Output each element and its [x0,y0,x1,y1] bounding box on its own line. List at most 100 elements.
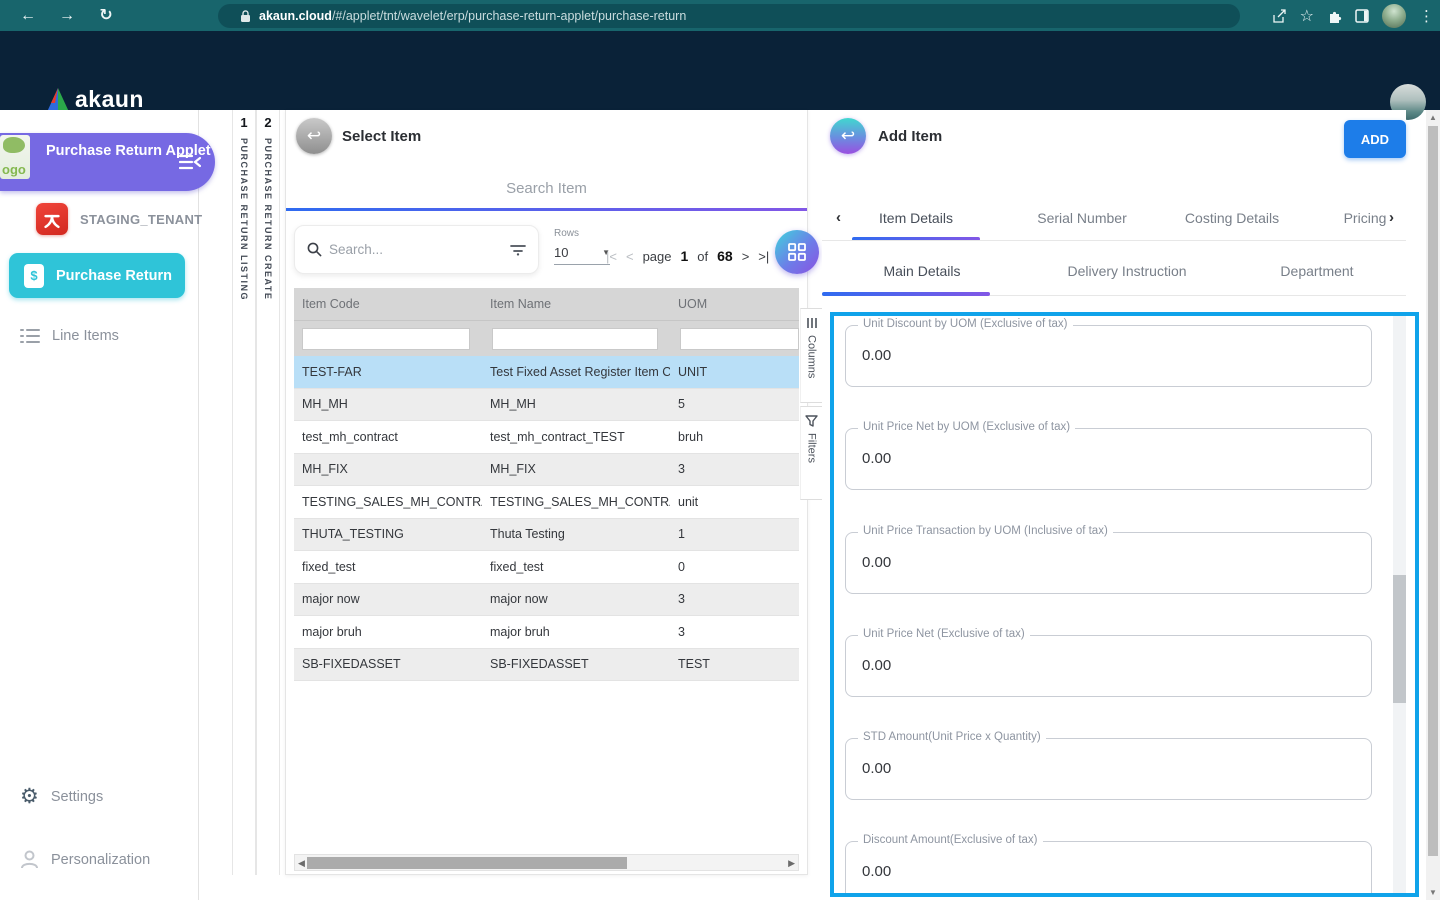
rows-label: Rows [554,228,580,239]
browser-profile-avatar[interactable] [1382,4,1406,28]
browser-menu-dots-icon[interactable]: ⋮ [1419,7,1434,25]
field-unit-price-net-exclusive-of-tax[interactable]: Unit Price Net (Exclusive of tax) 0.00 [845,628,1372,697]
workflow-tab-label: PURCHASE RETURN LISTING [239,138,249,302]
filter-input-item-name[interactable] [492,327,658,350]
cell-code: TESTING_SALES_MH_CONTRACT [302,494,482,509]
back-button[interactable]: ↩ [296,118,332,154]
add-button[interactable]: ADD [1344,120,1406,158]
table-row[interactable]: major bruh major bruh 3 [294,616,799,649]
table-row[interactable]: major now major now 3 [294,583,799,616]
tabs-scroll-right-icon[interactable]: › [1389,209,1394,226]
sidebar-item-line-items[interactable]: Line Items [20,328,119,344]
table-row[interactable]: SB-FIXEDASSET SB-FIXEDASSET TEST [294,648,799,681]
search-icon [307,242,322,257]
workflow-tab-purchase-return-listing[interactable]: 1 PURCHASE RETURN LISTING [232,110,256,875]
panel-scrollbar[interactable] [1393,316,1406,893]
panel-scroll-thumb[interactable] [1393,575,1406,703]
subtab-main-details[interactable]: Main Details [852,263,992,279]
extensions-puzzle-icon[interactable] [1327,9,1342,24]
purchase-return-label: Purchase Return [56,267,173,284]
subtab-delivery-instruction[interactable]: Delivery Instruction [1042,263,1212,279]
address-bar[interactable]: akaun.cloud/#/applet/tnt/wavelet/erp/pur… [218,4,1240,28]
cell-code: MH_FIX [302,462,348,477]
last-page-button[interactable]: >| [758,249,769,264]
applet-banner[interactable]: ogo Purchase Return Applet [0,133,215,191]
field-unit-discount-by-uom-exclusive-of-tax[interactable]: Unit Discount by UOM (Exclusive of tax) 0… [845,318,1372,387]
table-row[interactable]: MH_FIX MH_FIX 3 [294,453,799,486]
field-discount-amount-exclusive-of-tax[interactable]: Discount Amount(Exclusive of tax) 0.00 [845,834,1372,893]
filter-input-uom[interactable] [680,327,799,350]
sidebar-item-tenant[interactable]: STAGING_TENANT [36,203,202,235]
cell-code: MH_MH [302,397,348,412]
browser-back-icon[interactable]: ← [16,4,40,28]
cell-uom: bruh [678,429,704,444]
table-row[interactable]: MH_MH MH_MH 5 [294,388,799,421]
columns-icon [806,318,817,328]
side-panel-icon[interactable] [1355,9,1369,23]
tenant-icon [36,203,68,235]
sidebar-item-purchase-return[interactable]: $ Purchase Return [9,253,185,298]
personalization-label: Personalization [51,851,151,868]
horizontal-scroll-thumb[interactable] [307,857,627,869]
applet-logo: ogo [0,135,30,179]
table-row[interactable]: THUTA_TESTING Thuta Testing 1 [294,518,799,551]
field-unit-price-transaction-by-uom-inclusive-of-tax[interactable]: Unit Price Transaction by UOM (Inclusive… [845,525,1372,594]
next-page-button[interactable]: > [742,249,750,264]
column-header-item-code[interactable]: Item Code [294,297,482,311]
table-row[interactable]: test_mh_contract test_mh_contract_TEST bru… [294,421,799,454]
table-header-row: Item Code Item Name UOM [294,288,799,320]
tab-costing-details[interactable]: Costing Details [1157,210,1307,226]
grid-view-button[interactable] [775,230,819,274]
bookmark-star-icon[interactable]: ☆ [1300,6,1314,26]
scroll-down-icon[interactable]: ▼ [1426,888,1440,897]
cell-code: major now [302,592,360,607]
rows-per-page-select[interactable]: Rows 10 ▼ [554,228,612,265]
browser-reload-icon[interactable]: ↻ [94,4,118,28]
search-item-subtitle: Search Item [506,180,587,197]
tab-item-details[interactable]: Item Details [852,210,980,226]
field-label: Unit Price Net (Exclusive of tax) [858,628,1030,640]
page-scrollbar[interactable]: ▲ ▼ [1426,110,1440,900]
scroll-right-icon[interactable]: ▶ [788,858,795,869]
back-button[interactable]: ↩ [830,118,866,154]
field-value: 0.00 [862,347,892,364]
column-header-uom[interactable]: UOM [670,297,799,311]
detail-subtabs-bar: Main Details Delivery Instruction Departme… [822,248,1406,296]
search-input[interactable]: Search... [294,225,539,274]
table-row[interactable]: fixed_test fixed_test 0 [294,551,799,584]
field-unit-price-net-by-uom-exclusive-of-tax[interactable]: Unit Price Net by UOM (Exclusive of tax)… [845,421,1372,490]
sidebar-collapse-icon[interactable] [175,147,205,177]
gear-icon: ⚙ [20,785,39,808]
page-scroll-thumb[interactable] [1428,126,1438,856]
tabs-scroll-left-icon[interactable]: ‹ [836,209,841,226]
filters-side-tab[interactable]: Filters [800,406,823,500]
prev-page-button[interactable]: < [626,249,634,264]
table-row[interactable]: TESTING_SALES_MH_CONTRACT TESTING_SALES_M… [294,486,799,519]
url-host: akaun.cloud [259,9,332,23]
search-placeholder: Search... [329,242,384,257]
column-header-item-name[interactable]: Item Name [482,297,670,311]
highlighted-form-region: Unit Discount by UOM (Exclusive of tax) 0… [830,312,1419,897]
first-page-button[interactable]: |< [606,249,617,264]
applet-logo-image [3,137,25,153]
cell-name: major now [490,592,548,607]
browser-forward-icon[interactable]: → [55,4,79,28]
page-label: page [642,248,672,264]
select-item-panel: ↩ Select Item Search Item Search... Rows… [285,110,819,875]
browser-chrome: ← → ↻ akaun.cloud/#/applet/tnt/wavelet/e… [0,0,1440,31]
scroll-left-icon[interactable]: ◀ [298,858,305,869]
scroll-up-icon[interactable]: ▲ [1426,113,1440,122]
field-std-amount-unit-price-x-quantity[interactable]: STD Amount(Unit Price x Quantity) 0.00 [845,731,1372,800]
filter-input-item-code[interactable] [302,327,470,350]
share-icon[interactable] [1272,8,1287,24]
pagination: |< < page 1 of 68 > >| [606,248,769,264]
tune-filter-icon[interactable] [510,243,526,256]
subtab-department[interactable]: Department [1252,263,1382,279]
sidebar-item-personalization[interactable]: Personalization [20,850,150,869]
sidebar-item-settings[interactable]: ⚙ Settings [20,786,103,807]
columns-side-tab[interactable]: Columns [800,308,823,403]
horizontal-scrollbar[interactable]: ◀ ▶ [294,854,799,871]
tab-serial-number[interactable]: Serial Number [1007,210,1157,226]
workflow-tab-purchase-return-create[interactable]: 2 PURCHASE RETURN CREATE [256,110,280,875]
table-row[interactable]: TEST-FAR Test Fixed Asset Register Item C… [294,356,799,389]
